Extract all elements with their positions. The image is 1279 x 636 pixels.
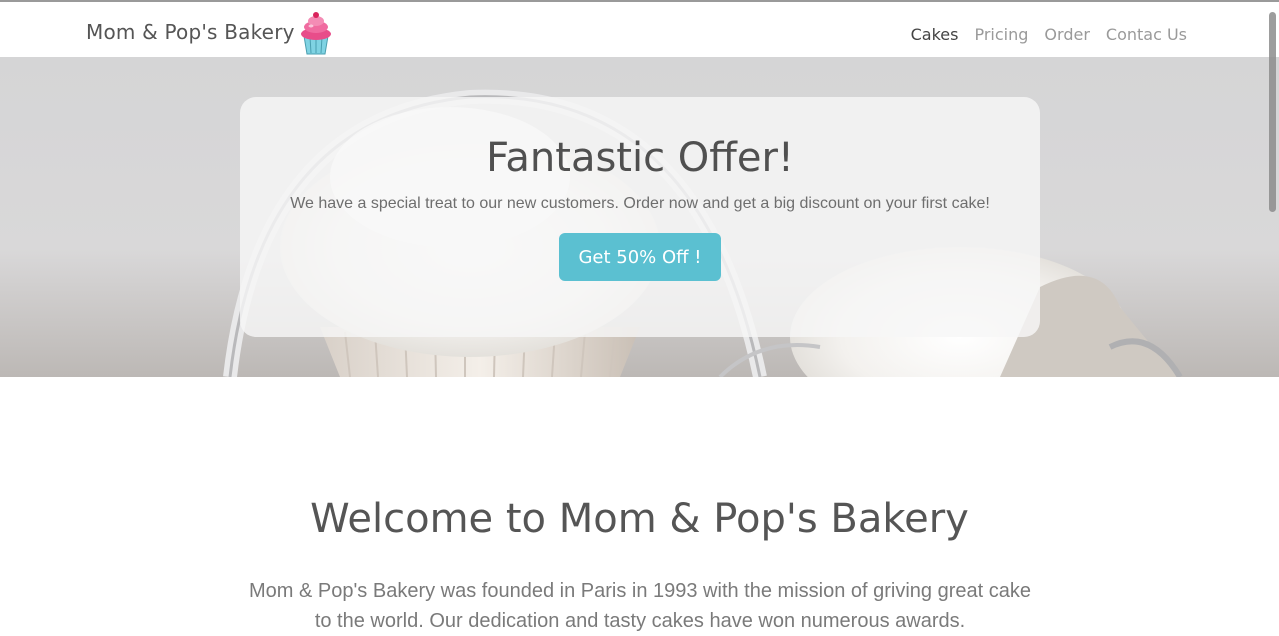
offer-card: Fantastic Offer! We have a special treat… <box>240 97 1040 337</box>
navbar: Mom & Pop's Bakery Cakes Pricing Order C… <box>0 2 1279 57</box>
offer-title: Fantastic Offer! <box>486 135 794 181</box>
welcome-heading: Welcome to Mom & Pop's Bakery <box>310 496 969 542</box>
page-scrollbar[interactable] <box>1267 0 1279 636</box>
nav-menu: Cakes Pricing Order Contac Us <box>911 25 1187 44</box>
discount-button[interactable]: Get 50% Off ! <box>559 233 721 281</box>
nav-link-order[interactable]: Order <box>1044 25 1089 44</box>
nav-link-contact[interactable]: Contac Us <box>1106 25 1187 44</box>
scrollbar-thumb[interactable] <box>1269 12 1276 212</box>
nav-link-cakes[interactable]: Cakes <box>911 25 959 44</box>
hero-banner: Fantastic Offer! We have a special treat… <box>0 57 1279 377</box>
cupcake-icon[interactable] <box>298 10 334 56</box>
nav-link-pricing[interactable]: Pricing <box>974 25 1028 44</box>
offer-description: We have a special treat to our new custo… <box>290 195 990 212</box>
welcome-paragraph: Mom & Pop's Bakery was founded in Paris … <box>249 580 1031 632</box>
brand-name[interactable]: Mom & Pop's Bakery <box>86 20 295 44</box>
